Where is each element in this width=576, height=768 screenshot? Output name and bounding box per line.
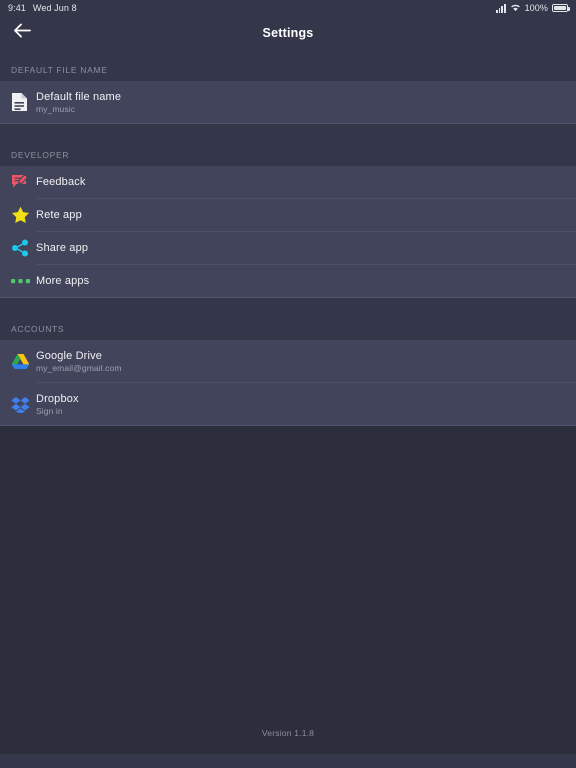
row-title: Rete app (36, 209, 82, 221)
row-google-drive[interactable]: Google Drive my_email@gmail.com (0, 340, 576, 382)
row-title: Dropbox (36, 392, 79, 405)
dropbox-icon (11, 396, 36, 413)
settings-content: DEFAULT FILE NAME Default file name my_m… (0, 49, 576, 754)
row-title: Default file name (36, 90, 122, 103)
status-bar-right: 100% (496, 3, 570, 14)
row-feedback[interactable]: Feedback (0, 166, 576, 198)
row-subtitle: my_music (36, 103, 76, 114)
page-title: Settings (262, 25, 314, 40)
section-header-accounts: ACCOUNTS (0, 298, 576, 340)
row-texts: More apps (36, 275, 89, 287)
section-header-default-file-name: DEFAULT FILE NAME (0, 49, 576, 81)
section-header-developer: DEVELOPER (0, 124, 576, 166)
row-default-file-name[interactable]: Default file name my_music (0, 81, 576, 123)
row-title: Feedback (36, 176, 86, 188)
cellular-signal-icon (496, 3, 506, 13)
section-list-developer: Feedback Rete app Share app More apps (0, 166, 576, 298)
row-subtitle: my_email@gmail.com (36, 362, 122, 373)
row-texts: Default file name my_music (36, 91, 121, 114)
star-icon (11, 206, 36, 224)
battery-percent: 100% (524, 3, 548, 13)
row-title: More apps (36, 275, 90, 287)
version-label: Version 1.1.8 (261, 728, 315, 738)
status-bar: 9:41 Wed Jun 8 100% (0, 0, 576, 16)
status-bar-left: 9:41 Wed Jun 8 (8, 3, 77, 13)
row-texts: Feedback (36, 176, 86, 188)
bottom-bar (0, 754, 576, 768)
row-texts: Rete app (36, 209, 82, 221)
more-apps-icon (11, 278, 36, 285)
feedback-icon (11, 174, 36, 190)
battery-full-icon (552, 4, 570, 12)
row-texts: Dropbox Sign in (36, 393, 79, 416)
toolbar: Settings (0, 16, 576, 49)
row-subtitle: Sign in (36, 405, 63, 416)
row-title: Google Drive (36, 349, 102, 362)
row-rate-app[interactable]: Rete app (0, 199, 576, 231)
google-drive-icon (11, 353, 36, 370)
section-list-accounts: Google Drive my_email@gmail.com Dropbox … (0, 340, 576, 426)
wifi-icon (510, 3, 521, 14)
row-more-apps[interactable]: More apps (0, 265, 576, 297)
back-arrow-icon (13, 22, 32, 44)
status-date: Wed Jun 8 (32, 3, 77, 13)
status-time: 9:41 (8, 3, 26, 13)
row-title: Share app (36, 242, 89, 254)
row-texts: Share app (36, 242, 88, 254)
back-button[interactable] (0, 16, 44, 49)
row-dropbox[interactable]: Dropbox Sign in (0, 383, 576, 425)
section-list-default-file-name: Default file name my_music (0, 81, 576, 124)
empty-area: Version 1.1.8 (0, 426, 576, 754)
row-texts: Google Drive my_email@gmail.com (36, 350, 122, 373)
row-share-app[interactable]: Share app (0, 232, 576, 264)
document-icon (11, 92, 36, 112)
share-icon (11, 239, 36, 257)
settings-screen: 9:41 Wed Jun 8 100% Settings DEFAULT FIL… (0, 0, 576, 768)
